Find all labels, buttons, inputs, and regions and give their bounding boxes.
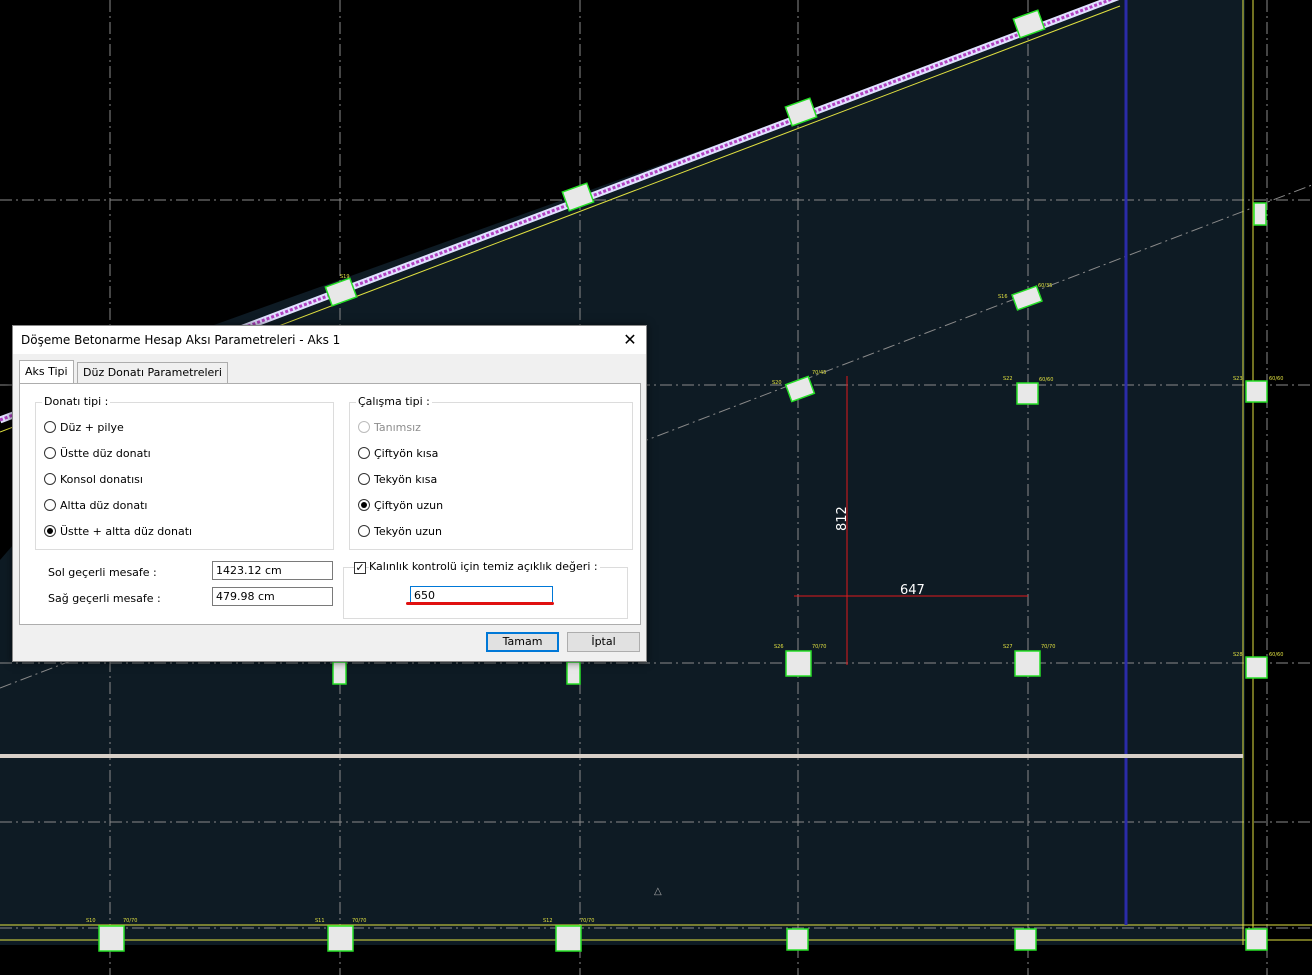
radio-label: Tekyön uzun xyxy=(374,524,442,538)
svg-text:S11: S11 xyxy=(315,918,325,924)
radio-label: Tekyön kısa xyxy=(374,472,438,486)
radio-ustte-altta-duz-donati[interactable]: Üstte + altta düz donatı xyxy=(44,523,192,539)
radio-duz-pilye[interactable]: Düz + pilye xyxy=(44,419,124,435)
svg-text:70/70: 70/70 xyxy=(123,918,137,924)
radio-label: Düz + pilye xyxy=(60,420,124,434)
radio-button[interactable] xyxy=(358,447,370,459)
tab-aks-tipi[interactable]: Aks Tipi xyxy=(19,360,74,383)
radio-button-selected[interactable] xyxy=(44,525,56,537)
radio-label: Tanımsız xyxy=(374,420,421,434)
svg-text:60/35: 60/35 xyxy=(1038,283,1052,289)
svg-text:70/70: 70/70 xyxy=(580,918,594,924)
svg-text:S20: S20 xyxy=(772,380,782,386)
svg-text:S28: S28 xyxy=(1233,652,1243,658)
svg-text:70/45: 70/45 xyxy=(812,370,826,376)
kalinlik-checkbox[interactable]: ✓ xyxy=(354,562,366,574)
sol-mesafe-field[interactable]: 1423.12 cm xyxy=(212,561,333,580)
radio-ciftyon-kisa[interactable]: Çiftyön kısa xyxy=(358,445,438,461)
dimension-vertical-label: 812 xyxy=(835,506,850,531)
svg-text:S27: S27 xyxy=(1003,644,1013,650)
svg-text:S22: S22 xyxy=(1003,376,1013,382)
svg-text:S10: S10 xyxy=(86,918,96,924)
dialog-titlebar[interactable]: Döşeme Betonarme Hesap Aksı Parametreler… xyxy=(13,326,646,354)
radio-button[interactable] xyxy=(44,499,56,511)
svg-text:70/70: 70/70 xyxy=(352,918,366,924)
close-icon[interactable]: ✕ xyxy=(614,326,646,354)
svg-text:60/60: 60/60 xyxy=(1269,652,1283,658)
group-calisma-tipi: Çalışma tipi : Tanımsız Çiftyön kısa Tek… xyxy=(349,395,633,550)
svg-text:S23: S23 xyxy=(1233,376,1243,382)
sag-mesafe-field[interactable]: 479.98 cm xyxy=(212,587,333,606)
radio-altta-duz-donati[interactable]: Altta düz donatı xyxy=(44,497,147,513)
radio-tekyon-kisa[interactable]: Tekyön kısa xyxy=(358,471,437,487)
radio-label: Çiftyön kısa xyxy=(374,446,439,460)
sag-mesafe-label: Sağ geçerli mesafe : xyxy=(48,592,161,605)
radio-tanimsiz: Tanımsız xyxy=(358,419,421,435)
dimension-horizontal-label: 647 xyxy=(900,583,925,598)
radio-label: Çiftyön uzun xyxy=(374,498,444,512)
radio-button[interactable] xyxy=(358,473,370,485)
radio-button[interactable] xyxy=(44,421,56,433)
radio-button-selected[interactable] xyxy=(358,499,370,511)
parameters-dialog: Döşeme Betonarme Hesap Aksı Parametreler… xyxy=(12,325,647,662)
radio-button-disabled xyxy=(358,421,370,433)
triangle-marker-icon: △ xyxy=(654,886,662,897)
radio-label: Üstte + altta düz donatı xyxy=(60,524,193,538)
group-donati-tipi-label: Donatı tipi : xyxy=(42,395,111,408)
radio-label: Üstte düz donatı xyxy=(60,446,151,460)
sol-mesafe-label: Sol geçerli mesafe : xyxy=(48,566,157,579)
radio-button[interactable] xyxy=(44,473,56,485)
radio-label: Konsol donatısı xyxy=(60,472,143,486)
radio-ciftyon-uzun[interactable]: Çiftyön uzun xyxy=(358,497,443,513)
radio-button[interactable] xyxy=(44,447,56,459)
ok-button[interactable]: Tamam xyxy=(486,632,559,652)
radio-konsol-donatisi[interactable]: Konsol donatısı xyxy=(44,471,143,487)
svg-text:60/60: 60/60 xyxy=(1039,377,1053,383)
dialog-title: Döşeme Betonarme Hesap Aksı Parametreler… xyxy=(21,333,341,347)
svg-text:60/60: 60/60 xyxy=(1269,376,1283,382)
radio-tekyon-uzun[interactable]: Tekyön uzun xyxy=(358,523,442,539)
svg-text:70/70: 70/70 xyxy=(812,644,826,650)
tab-duz-donati-parametreleri[interactable]: Düz Donatı Parametreleri xyxy=(77,362,228,383)
svg-text:S26: S26 xyxy=(774,644,784,650)
tab-panel-aks-tipi: Donatı tipi : Düz + pilye Üstte düz dona… xyxy=(19,383,641,625)
svg-text:70/70: 70/70 xyxy=(1041,644,1055,650)
group-calisma-tipi-label: Çalışma tipi : xyxy=(356,395,432,408)
group-donati-tipi: Donatı tipi : Düz + pilye Üstte düz dona… xyxy=(35,395,334,550)
kalinlik-label: Kalınlık kontrolü için temiz açıklık değ… xyxy=(369,560,600,573)
red-underline-annotation xyxy=(406,602,554,605)
svg-text:S19: S19 xyxy=(340,274,350,280)
svg-text:S16: S16 xyxy=(998,294,1008,300)
cancel-button[interactable]: İptal xyxy=(567,632,640,652)
radio-button[interactable] xyxy=(358,525,370,537)
radio-ustte-duz-donati[interactable]: Üstte düz donatı xyxy=(44,445,151,461)
svg-text:S12: S12 xyxy=(543,918,553,924)
radio-label: Altta düz donatı xyxy=(60,498,148,512)
